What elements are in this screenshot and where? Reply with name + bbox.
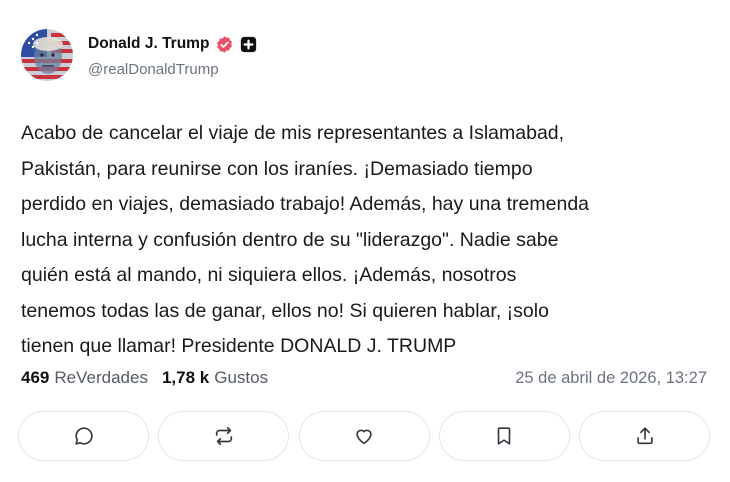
- avatar-image: [21, 29, 73, 81]
- share-icon: [636, 427, 653, 445]
- repost-button[interactable]: [158, 411, 290, 461]
- likes-label[interactable]: Gustos: [214, 368, 268, 388]
- like-heart-icon: [356, 429, 372, 445]
- reply-icon: [74, 427, 93, 445]
- bookmark-icon: [497, 427, 511, 445]
- plus-square-icon: [240, 36, 257, 53]
- post-stats: 469 ReVerdades 1,78 k Gustos 25 de abril…: [21, 366, 711, 390]
- like-button[interactable]: [298, 411, 430, 461]
- bookmark-button[interactable]: [438, 411, 570, 461]
- verified-badge-icon: [215, 35, 234, 54]
- post-body-text: Acabo de cancelar el viaje de mis repres…: [21, 122, 590, 357]
- post-header: Donald J. Trump @realDonaldTrump: [21, 29, 257, 81]
- post-timestamp: 25 de abril de 2026, 13:27: [515, 368, 707, 387]
- share-button[interactable]: [579, 411, 710, 461]
- author-display-name[interactable]: Donald J. Trump: [88, 35, 209, 53]
- likes-count[interactable]: 1,78 k: [162, 368, 209, 388]
- author-identity: Donald J. Trump @realDonaldTrump: [88, 32, 257, 78]
- post-action-bar: [18, 411, 710, 463]
- reply-button[interactable]: [18, 411, 149, 461]
- avatar[interactable]: [21, 29, 73, 81]
- reposts-label[interactable]: ReVerdades: [54, 368, 148, 388]
- author-handle[interactable]: @realDonaldTrump: [88, 61, 257, 78]
- post-card: Donald J. Trump @realDonaldTrump Acabo d…: [0, 0, 730, 482]
- repost-icon: [215, 426, 232, 446]
- reposts-count[interactable]: 469: [21, 368, 49, 388]
- author-name-row: Donald J. Trump: [88, 32, 257, 56]
